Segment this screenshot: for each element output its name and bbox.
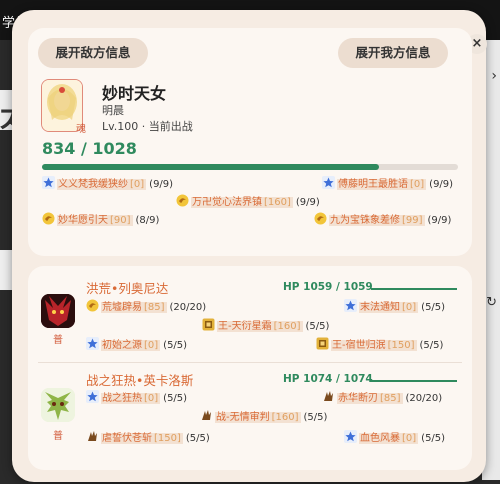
hero-card: 展开敌方信息 展开我方信息 魂 妙时天女 明晨 Lv.100 · 当前出战 83…: [28, 28, 472, 256]
star-blue-icon: [344, 299, 357, 312]
monster-hp-bar: [371, 288, 457, 290]
hero-soul-badge: 魂: [76, 124, 86, 135]
background-refresh-icon: ↻: [486, 295, 497, 310]
monster-skill: 王-天衍星霜 [160] (5/5): [202, 318, 329, 334]
gold-box-icon: [202, 318, 215, 331]
hero-hp-text: 834 / 1028: [42, 139, 137, 158]
expand-ally-info-button[interactable]: 展开我方信息: [338, 38, 448, 68]
star-blue-icon: [344, 430, 357, 443]
monster-skill: 荒墟辟易 [85] (20/20): [86, 299, 206, 315]
monster-avatar: [41, 294, 75, 328]
gold-swirl-icon: [86, 299, 99, 312]
hero-skill: 妙华愿引天 [90] (8/9): [42, 212, 159, 228]
monster-skill: 战之狂热 [0] (5/5): [86, 390, 187, 406]
monster-type-tag: 普: [53, 335, 63, 346]
hero-skill: 傅藤明王最胜语 [0] (9/9): [322, 176, 453, 192]
background-panel-left-2: [0, 250, 12, 290]
hero-name: 妙时天女: [102, 84, 167, 103]
star-blue-icon: [42, 176, 55, 189]
monster-skill: 王-宿世归泯 [150] (5/5): [316, 337, 443, 353]
star-blue-icon: [322, 176, 335, 189]
monster-name: 洪荒•列奥尼达: [86, 281, 169, 296]
battle-info-dialog: × 展开敌方信息 展开我方信息 魂 妙时天女 明晨 Lv.100 · 当前出战 …: [12, 10, 487, 482]
expand-enemy-info-button[interactable]: 展开敌方信息: [38, 38, 148, 68]
gold-swirl-icon: [42, 212, 55, 225]
monster-avatar: [41, 388, 75, 422]
monster-portrait-icon: [41, 388, 75, 422]
monster-skill: 末法通知 [0] (5/5): [344, 299, 445, 315]
hero-skill: 九为宝铢象差修 [99] (9/9): [314, 212, 451, 228]
brown-claw-icon: [324, 391, 333, 401]
brown-claw-icon: [202, 410, 211, 420]
star-blue-icon: [86, 337, 99, 350]
monster-divider: [38, 362, 462, 363]
monster-portrait-icon: [41, 294, 75, 328]
hero-hp-bar: [42, 164, 458, 170]
monster-skill: 虐誓伏苍斩 [150] (5/5): [86, 430, 210, 446]
monster-hp-text: HP 1074 / 1074: [283, 373, 373, 385]
gold-swirl-icon: [314, 212, 327, 225]
hero-hp-bar-fill: [42, 164, 380, 170]
hero-skill: 万卍觉心法界镇 [160] (9/9): [176, 194, 320, 210]
gold-swirl-icon: [176, 194, 189, 207]
background-arrow-icon: ›: [491, 68, 497, 84]
gold-box-icon: [316, 337, 329, 350]
hero-skill: 义义梵我缓狭纱 [0] (9/9): [42, 176, 173, 192]
monster-skill: 初始之源 [0] (5/5): [86, 337, 187, 353]
monster-hp-text: HP 1059 / 1059: [283, 281, 373, 293]
hero-subtitle: 明晨: [102, 104, 124, 117]
monster-skill: 战-无情审判 [160] (5/5): [200, 409, 327, 425]
monster-name: 战之狂热•英卡洛斯: [86, 373, 194, 388]
monster-type-tag: 普: [53, 431, 63, 442]
monster-skill: 血色风暴 [0] (5/5): [344, 430, 445, 446]
star-blue-icon: [86, 390, 99, 403]
monster-skill: 赤华断刃 [85] (20/20): [322, 390, 442, 406]
monster-list-card: 普 洪荒•列奥尼达 HP 1059 / 1059 荒墟辟易 [85] (20/20)…: [28, 266, 472, 470]
brown-claw-icon: [88, 431, 97, 441]
monster-hp-bar: [371, 380, 457, 382]
hero-status: Lv.100 · 当前出战: [102, 120, 193, 133]
